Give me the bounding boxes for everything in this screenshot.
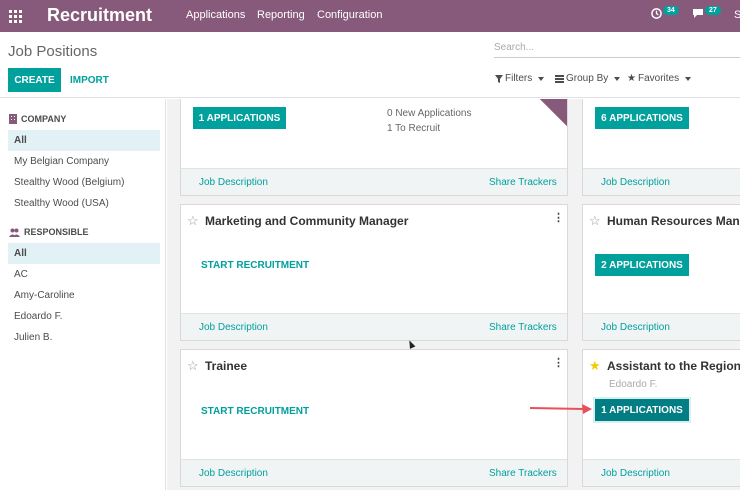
star-filled-icon[interactable]: ★ bbox=[589, 358, 601, 374]
job-responsible: Edoardo F. bbox=[609, 379, 658, 390]
company-heading: COMPANY bbox=[9, 114, 66, 124]
responsible-filter-item[interactable]: Julien B. bbox=[8, 327, 160, 348]
card-footer: Job Description bbox=[583, 313, 740, 340]
card-footer: Job Description bbox=[583, 459, 740, 486]
filters-label: Filters bbox=[505, 73, 533, 84]
import-button[interactable]: IMPORT bbox=[70, 68, 109, 92]
job-title[interactable]: Marketing and Community Manager bbox=[205, 214, 408, 228]
building-icon bbox=[9, 114, 17, 124]
responsible-heading-label: RESPONSIBLE bbox=[24, 227, 89, 237]
job-card: ☆ Trainee ⋮ START RECRUITMENT Job Descri… bbox=[180, 349, 568, 487]
share-trackers-link[interactable]: Share Trackers bbox=[489, 322, 557, 333]
job-description-link[interactable]: Job Description bbox=[601, 322, 670, 333]
job-description-link[interactable]: Job Description bbox=[601, 177, 670, 188]
company-heading-label: COMPANY bbox=[21, 114, 67, 124]
filter-icon bbox=[495, 74, 503, 83]
chat-icon bbox=[693, 9, 703, 18]
star-icon: ★ bbox=[627, 73, 636, 84]
activity-button[interactable]: 34 bbox=[651, 6, 679, 19]
activity-count-badge: 34 bbox=[663, 6, 679, 15]
job-description-link[interactable]: Job Description bbox=[199, 177, 268, 188]
kebab-menu-icon[interactable]: ⋮ bbox=[553, 356, 564, 369]
applications-button[interactable]: 1 APPLICATIONS bbox=[193, 107, 286, 129]
ribbon-badge bbox=[525, 99, 567, 127]
responsible-filter-item[interactable]: Edoardo F. bbox=[8, 306, 160, 327]
menu-reporting[interactable]: Reporting bbox=[257, 9, 305, 21]
create-button[interactable]: CREATE bbox=[8, 68, 61, 92]
caret-down-icon bbox=[538, 76, 545, 81]
to-recruit-count: 1 To Recruit bbox=[387, 123, 441, 134]
filters-dropdown[interactable]: Filters bbox=[495, 73, 545, 84]
company-filter-all[interactable]: All bbox=[8, 130, 160, 151]
job-title[interactable]: Trainee bbox=[205, 359, 247, 373]
control-panel: Job Positions Search... CREATE IMPORT Fi… bbox=[0, 32, 740, 98]
card-footer: Job Description Share Trackers bbox=[181, 459, 567, 486]
star-outline-icon[interactable]: ☆ bbox=[589, 213, 601, 229]
group-by-label: Group By bbox=[566, 73, 609, 84]
card-footer: Job Description Share Trackers bbox=[181, 168, 567, 195]
start-recruitment-link[interactable]: START RECRUITMENT bbox=[201, 406, 309, 417]
clock-icon bbox=[651, 8, 662, 19]
caret-down-icon bbox=[614, 76, 621, 81]
job-description-link[interactable]: Job Description bbox=[601, 468, 670, 479]
app-menu-icon[interactable] bbox=[9, 10, 22, 23]
job-card: ☆ Marketing and Community Manager ⋮ STAR… bbox=[180, 204, 568, 341]
users-icon bbox=[9, 228, 20, 237]
star-outline-icon[interactable]: ☆ bbox=[187, 358, 199, 374]
company-filter-item[interactable]: My Belgian Company bbox=[8, 151, 160, 172]
app-title[interactable]: Recruitment bbox=[47, 5, 152, 26]
search-input[interactable]: Search... bbox=[494, 40, 740, 58]
job-card: 6 APPLICATIONS Job Description bbox=[582, 99, 740, 196]
card-footer: Job Description Share Trackers bbox=[181, 313, 567, 340]
top-navbar: Recruitment Applications Reporting Confi… bbox=[0, 0, 740, 32]
responsible-filter-item[interactable]: AC bbox=[8, 264, 160, 285]
menu-applications[interactable]: Applications bbox=[186, 9, 245, 21]
favorites-label: Favorites bbox=[637, 73, 680, 84]
kanban-view: 1 APPLICATIONS 0 New Applications 1 To R… bbox=[167, 99, 740, 490]
job-title[interactable]: Human Resources Mana bbox=[607, 214, 740, 228]
job-description-link[interactable]: Job Description bbox=[199, 468, 268, 479]
share-trackers-link[interactable]: Share Trackers bbox=[489, 468, 557, 479]
job-card: ★ Assistant to the Regiona Edoardo F. 1 … bbox=[582, 349, 740, 487]
applications-button[interactable]: 6 APPLICATIONS bbox=[595, 107, 689, 129]
responsible-heading: RESPONSIBLE bbox=[9, 227, 89, 237]
star-outline-icon[interactable]: ☆ bbox=[187, 213, 199, 229]
applications-button[interactable]: 2 APPLICATIONS bbox=[595, 254, 689, 276]
menu-configuration[interactable]: Configuration bbox=[317, 9, 382, 21]
start-recruitment-link[interactable]: START RECRUITMENT bbox=[201, 260, 309, 271]
applications-button[interactable]: 1 APPLICATIONS bbox=[593, 397, 691, 423]
responsible-filter-item[interactable]: Amy-Caroline bbox=[8, 285, 160, 306]
company-filter-item[interactable]: Stealthy Wood (USA) bbox=[8, 193, 160, 214]
message-count-badge: 27 bbox=[705, 6, 721, 15]
card-footer: Job Description bbox=[583, 168, 740, 195]
favorites-dropdown[interactable]: ★ Favorites bbox=[627, 73, 692, 84]
annotation-arrow bbox=[529, 404, 592, 414]
share-trackers-link[interactable]: Share Trackers bbox=[489, 177, 557, 188]
responsible-filter-all[interactable]: All bbox=[8, 243, 160, 264]
job-title[interactable]: Assistant to the Regiona bbox=[607, 359, 740, 373]
company-filter-item[interactable]: Stealthy Wood (Belgium) bbox=[8, 172, 160, 193]
job-description-link[interactable]: Job Description bbox=[199, 322, 268, 333]
group-by-dropdown[interactable]: Group By bbox=[555, 73, 621, 84]
breadcrumb: Job Positions bbox=[8, 43, 98, 60]
job-card: ☆ Human Resources Mana 2 APPLICATIONS Jo… bbox=[582, 204, 740, 341]
search-panel: COMPANY All My Belgian Company Stealthy … bbox=[0, 99, 166, 490]
new-applications-link[interactable]: 0 New Applications bbox=[387, 108, 472, 119]
job-card: 1 APPLICATIONS 0 New Applications 1 To R… bbox=[180, 99, 568, 196]
group-by-icon bbox=[555, 74, 564, 83]
messages-button[interactable]: 27 bbox=[692, 6, 721, 19]
user-menu[interactable]: S bbox=[734, 9, 740, 21]
caret-down-icon bbox=[685, 76, 692, 81]
kebab-menu-icon[interactable]: ⋮ bbox=[553, 211, 564, 224]
